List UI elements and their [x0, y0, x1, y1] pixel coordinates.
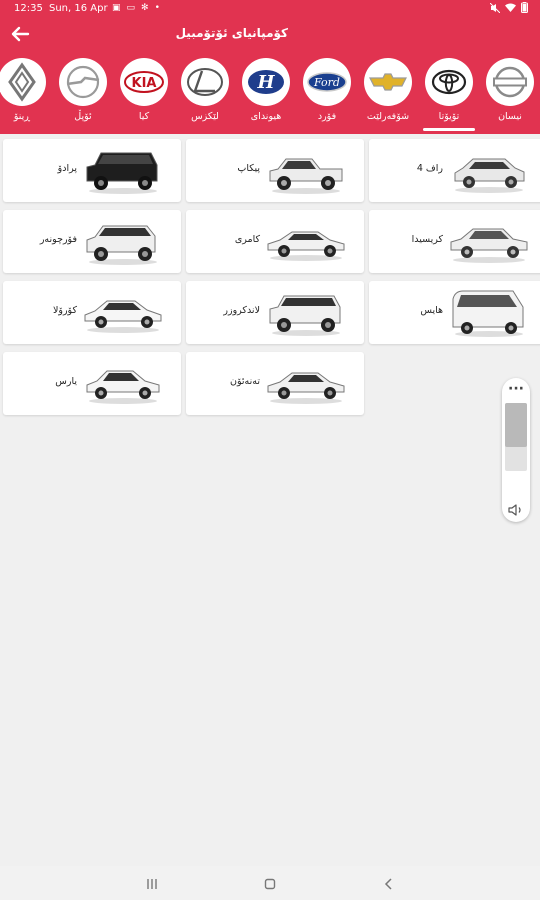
status-bar: 12:35 Sun, 16 Apr ▣ ▭ ✻ • [0, 0, 540, 18]
car-image [86, 370, 160, 404]
brand-tab-toyota[interactable]: تۆیۆتا [419, 56, 479, 134]
model-label: راف 4 [416, 163, 443, 174]
opel-logo-icon [59, 58, 107, 106]
model-label: پیکاپ [237, 163, 260, 174]
model-card-fortuner[interactable]: فۆرچونەر [3, 210, 181, 273]
brand-tab-kia[interactable]: KIA کیا [114, 56, 174, 134]
app-header: 12:35 Sun, 16 Apr ▣ ▭ ✻ • کۆمپانیای ئۆتۆ… [0, 0, 540, 134]
recents-button[interactable] [144, 876, 160, 892]
wifi-icon [505, 3, 516, 16]
brand-tab-ford[interactable]: Ford فۆرد [297, 56, 357, 134]
arrow-back-icon [11, 26, 30, 42]
car-image [450, 228, 528, 263]
speaker-icon[interactable] [508, 502, 524, 516]
model-card-landcruiser[interactable]: لاندکروزر [186, 281, 364, 344]
car-image [267, 231, 345, 261]
selected-indicator [423, 128, 475, 131]
volume-level [505, 403, 527, 447]
brand-tab-chevrolet[interactable]: شۆفەرلێت [358, 56, 418, 134]
brand-label: ئۆپڵ [74, 111, 92, 122]
hyundai-logo-icon: H [242, 58, 290, 106]
home-icon [264, 878, 276, 890]
car-image [269, 158, 343, 194]
car-image [269, 295, 341, 336]
battery-icon [521, 2, 528, 16]
back-button[interactable] [6, 20, 34, 48]
renault-logo-icon [0, 58, 46, 106]
image-icon: ▣ [112, 3, 121, 13]
car-image [86, 225, 157, 265]
settings-icon: ✻ [141, 3, 149, 13]
svg-text:KIA: KIA [132, 76, 157, 91]
chevron-left-icon [384, 878, 392, 890]
mute-icon [489, 2, 501, 16]
brand-label: شۆفەرلێت [366, 111, 410, 122]
brand-tab-opel[interactable]: ئۆپڵ [53, 56, 113, 134]
model-card-cressida[interactable]: کریسیدا [369, 210, 540, 273]
model-card-pickup[interactable]: پیکاپ [186, 139, 364, 202]
model-card-corolla[interactable]: کۆرۆلا [3, 281, 181, 344]
brand-label: تۆیۆتا [438, 111, 460, 122]
brand-label: کیا [138, 111, 150, 122]
system-nav-bar [0, 866, 540, 900]
status-date: Sun, 16 Apr [49, 3, 108, 14]
message-icon: ▭ [126, 3, 136, 13]
model-label: کۆرۆلا [52, 305, 77, 316]
chevrolet-logo-icon [364, 58, 412, 106]
status-time: 12:35 [14, 3, 43, 14]
home-button[interactable] [262, 876, 278, 892]
brand-label: هیوندای [250, 111, 282, 122]
car-image [454, 158, 525, 193]
nissan-logo-icon [486, 58, 534, 106]
ford-logo-icon: Ford [303, 58, 351, 106]
model-label: کامری [234, 234, 260, 245]
model-label: تەنەئۆن [229, 376, 260, 387]
model-card-yaris[interactable]: یارس [3, 352, 181, 415]
brand-label: لێکزس [191, 111, 219, 122]
model-label: یارس [55, 376, 77, 387]
car-image [452, 290, 524, 337]
brand-label: ڕینۆ [13, 111, 31, 122]
volume-panel: ··· [502, 378, 530, 522]
volume-slider[interactable] [505, 403, 527, 471]
model-card-avalon[interactable]: تەنەئۆن [186, 352, 364, 415]
model-label: فۆرچونەر [39, 234, 77, 245]
model-label: لاندکروزر [223, 305, 260, 316]
brand-tabs: نیسان تۆیۆتا شۆفەرلێت Ford فۆرد H هیوندا… [0, 56, 540, 134]
lexus-logo-icon [181, 58, 229, 106]
more-options-icon[interactable]: ··· [502, 382, 530, 396]
svg-text:H: H [256, 72, 275, 93]
car-image [86, 152, 158, 194]
car-image [84, 300, 162, 333]
recents-icon [147, 879, 157, 889]
app-bar: کۆمپانیای ئۆتۆمبیل [0, 18, 540, 52]
model-card-camry[interactable]: کامری [186, 210, 364, 273]
brand-tab-nissan[interactable]: نیسان [480, 56, 540, 134]
model-card-rav4[interactable]: راف 4 [369, 139, 540, 202]
kia-logo-icon: KIA [120, 58, 168, 106]
back-nav-button[interactable] [381, 876, 397, 892]
car-image [267, 372, 345, 404]
brand-label: نیسان [498, 111, 522, 122]
dot-icon: • [154, 3, 160, 13]
page-title: کۆمپانیای ئۆتۆمبیل [175, 26, 288, 40]
model-card-hiace[interactable]: هایس [369, 281, 540, 344]
model-label: کریسیدا [411, 234, 443, 245]
model-label: هایس [420, 305, 443, 316]
brand-tab-hyundai[interactable]: H هیوندای [236, 56, 296, 134]
model-card-prado[interactable]: پرادۆ [3, 139, 181, 202]
svg-text:Ford: Ford [313, 76, 340, 89]
notification-icons: ▣ ▭ ✻ • [112, 3, 160, 13]
brand-label: فۆرد [317, 111, 337, 122]
brand-tab-lexus[interactable]: لێکزس [175, 56, 235, 134]
system-icons [489, 2, 528, 16]
toyota-logo-icon [425, 58, 473, 106]
model-label: پرادۆ [57, 163, 77, 174]
brand-tab-renault[interactable]: ڕینۆ [0, 56, 52, 134]
